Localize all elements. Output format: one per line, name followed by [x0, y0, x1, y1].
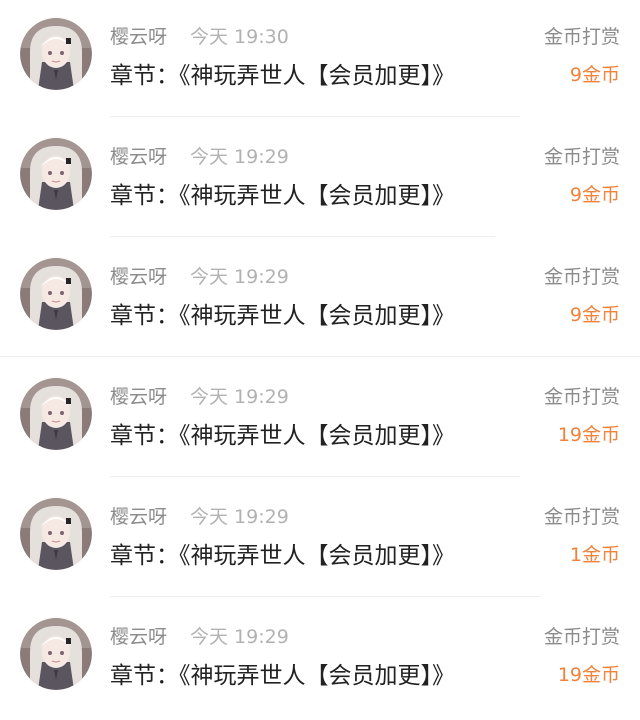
user-avatar[interactable] [20, 378, 92, 450]
user-avatar[interactable] [20, 618, 92, 690]
chapter-title: 章节：《神玩弄世人【会员加更】》 [110, 663, 455, 689]
reward-record-item[interactable]: 樱云呀 今天 19:29 章节：《神玩弄世人【会员加更】》 金币打赏 9金币 [0, 120, 640, 240]
timestamp: 今天 19:29 [190, 386, 289, 408]
row-divider [110, 476, 520, 477]
timestamp: 今天 19:29 [190, 266, 289, 288]
reward-record-item[interactable]: 樱云呀 今天 19:29 章节：《神玩弄世人【会员加更】》 金币打赏 1金币 [0, 480, 640, 600]
row-divider [110, 236, 495, 237]
user-avatar-image [20, 378, 92, 450]
timestamp: 今天 19:29 [190, 146, 289, 168]
user-avatar-image [20, 618, 92, 690]
reward-type-label: 金币打赏 [543, 506, 620, 528]
user-avatar[interactable] [20, 498, 92, 570]
user-name[interactable]: 樱云呀 [110, 383, 167, 411]
user-name[interactable]: 樱云呀 [110, 143, 167, 171]
reward-record-item[interactable]: 樱云呀 今天 19:29 章节：《神玩弄世人【会员加更】》 金币打赏 19金币 [0, 360, 640, 480]
user-name[interactable]: 樱云呀 [110, 623, 167, 651]
row-divider [110, 596, 540, 597]
user-name[interactable]: 樱云呀 [110, 23, 167, 51]
chapter-title: 章节：《神玩弄世人【会员加更】》 [110, 303, 455, 329]
timestamp: 今天 19:29 [190, 626, 289, 648]
reward-amount: 19金币 [557, 664, 620, 686]
row-divider [110, 116, 520, 117]
chapter-title: 章节：《神玩弄世人【会员加更】》 [110, 543, 455, 569]
user-avatar[interactable] [20, 138, 92, 210]
reward-amount: 9金币 [569, 184, 620, 206]
reward-type-label: 金币打赏 [543, 266, 620, 288]
user-avatar-image [20, 18, 92, 90]
user-avatar[interactable] [20, 18, 92, 90]
reward-type-label: 金币打赏 [543, 626, 620, 648]
reward-record-item[interactable]: 樱云呀 今天 19:29 章节：《神玩弄世人【会员加更】》 金币打赏 9金币 [0, 240, 640, 360]
user-name[interactable]: 樱云呀 [110, 503, 167, 531]
reward-type-label: 金币打赏 [543, 386, 620, 408]
user-avatar-image [20, 138, 92, 210]
row-divider [0, 356, 640, 357]
reward-amount: 9金币 [569, 64, 620, 86]
user-avatar[interactable] [20, 258, 92, 330]
user-avatar-image [20, 258, 92, 330]
reward-type-label: 金币打赏 [543, 26, 620, 48]
user-name[interactable]: 樱云呀 [110, 263, 167, 291]
user-avatar-image [20, 498, 92, 570]
chapter-title: 章节：《神玩弄世人【会员加更】》 [110, 423, 455, 449]
timestamp: 今天 19:30 [190, 26, 289, 48]
reward-record-item[interactable]: 樱云呀 今天 19:29 章节：《神玩弄世人【会员加更】》 金币打赏 19金币 [0, 600, 640, 720]
reward-amount: 1金币 [569, 544, 620, 566]
reward-record-list: 樱云呀 今天 19:30 章节：《神玩弄世人【会员加更】》 金币打赏 9金币 樱… [0, 0, 640, 719]
chapter-title: 章节：《神玩弄世人【会员加更】》 [110, 63, 455, 89]
reward-type-label: 金币打赏 [543, 146, 620, 168]
reward-amount: 19金币 [557, 424, 620, 446]
chapter-title: 章节：《神玩弄世人【会员加更】》 [110, 183, 455, 209]
reward-record-item[interactable]: 樱云呀 今天 19:30 章节：《神玩弄世人【会员加更】》 金币打赏 9金币 [0, 0, 640, 120]
timestamp: 今天 19:29 [190, 506, 289, 528]
reward-amount: 9金币 [569, 304, 620, 326]
